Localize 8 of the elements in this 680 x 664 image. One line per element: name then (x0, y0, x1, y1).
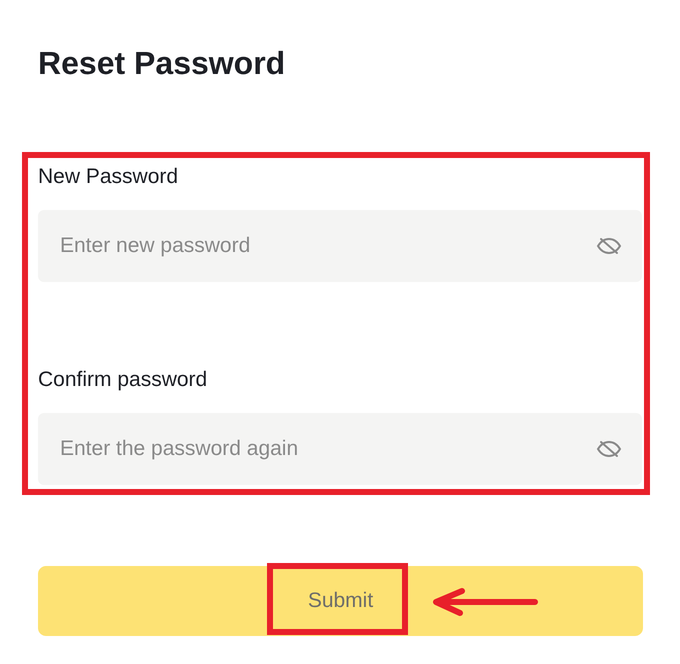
submit-button[interactable]: Submit (38, 566, 643, 636)
field-label: Confirm password (38, 367, 208, 393)
password-field[interactable]: Enter new password (38, 210, 642, 282)
field-label: New Password (38, 164, 180, 190)
password-field[interactable]: Enter the password again (38, 413, 642, 485)
eye-slash-icon[interactable] (596, 438, 622, 460)
eye-slash-icon[interactable] (596, 235, 622, 257)
page-title: Reset Password (38, 44, 286, 82)
